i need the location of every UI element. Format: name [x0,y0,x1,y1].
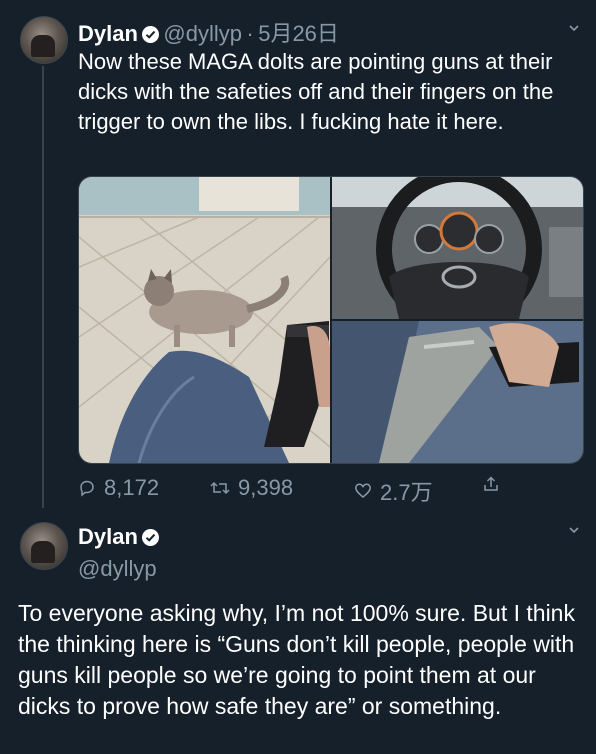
photo-gun-in-hand[interactable] [332,321,583,463]
tweet-actions: 8,172 9,398 2.7万 [78,475,498,505]
tweet-header: Dylan [78,524,159,550]
like-count: 2.7万 [380,480,433,505]
user-handle[interactable]: @dyllyp [78,556,157,582]
share-button[interactable] [482,475,500,493]
share-icon [484,476,498,491]
verified-badge-icon [141,26,159,43]
media-grid[interactable] [78,176,584,464]
reply-icon [80,480,94,497]
thread-line [42,66,44,508]
photo-steering-wheel[interactable] [332,177,583,332]
reply-button[interactable]: 8,172 [78,475,159,501]
photo-cat-with-gun[interactable] [79,177,331,463]
retweet-icon [210,481,230,495]
chevron-down-icon[interactable] [568,524,580,536]
display-name[interactable]: Dylan [78,21,138,46]
user-handle[interactable]: @dyllyp [163,21,242,46]
chevron-down-icon[interactable] [568,22,580,34]
avatar[interactable] [20,522,68,570]
tweet-text: Now these MAGA dolts are pointing guns a… [78,49,554,134]
heart-icon [355,483,371,498]
like-button[interactable]: 2.7万 [354,475,433,507]
display-name[interactable]: Dylan [78,524,138,549]
tweet-text: To everyone asking why, I’m not 100% sur… [18,600,575,719]
separator: · [246,21,254,46]
retweet-button[interactable]: 9,398 [210,475,293,501]
tweet-header: Dylan @dyllyp · 5月26日 [78,16,339,48]
verified-badge-icon [141,529,159,546]
tweet-date[interactable]: 5月26日 [258,21,339,46]
reply-count: 8,172 [104,475,160,500]
avatar[interactable] [20,16,68,64]
retweet-count: 9,398 [238,475,294,500]
